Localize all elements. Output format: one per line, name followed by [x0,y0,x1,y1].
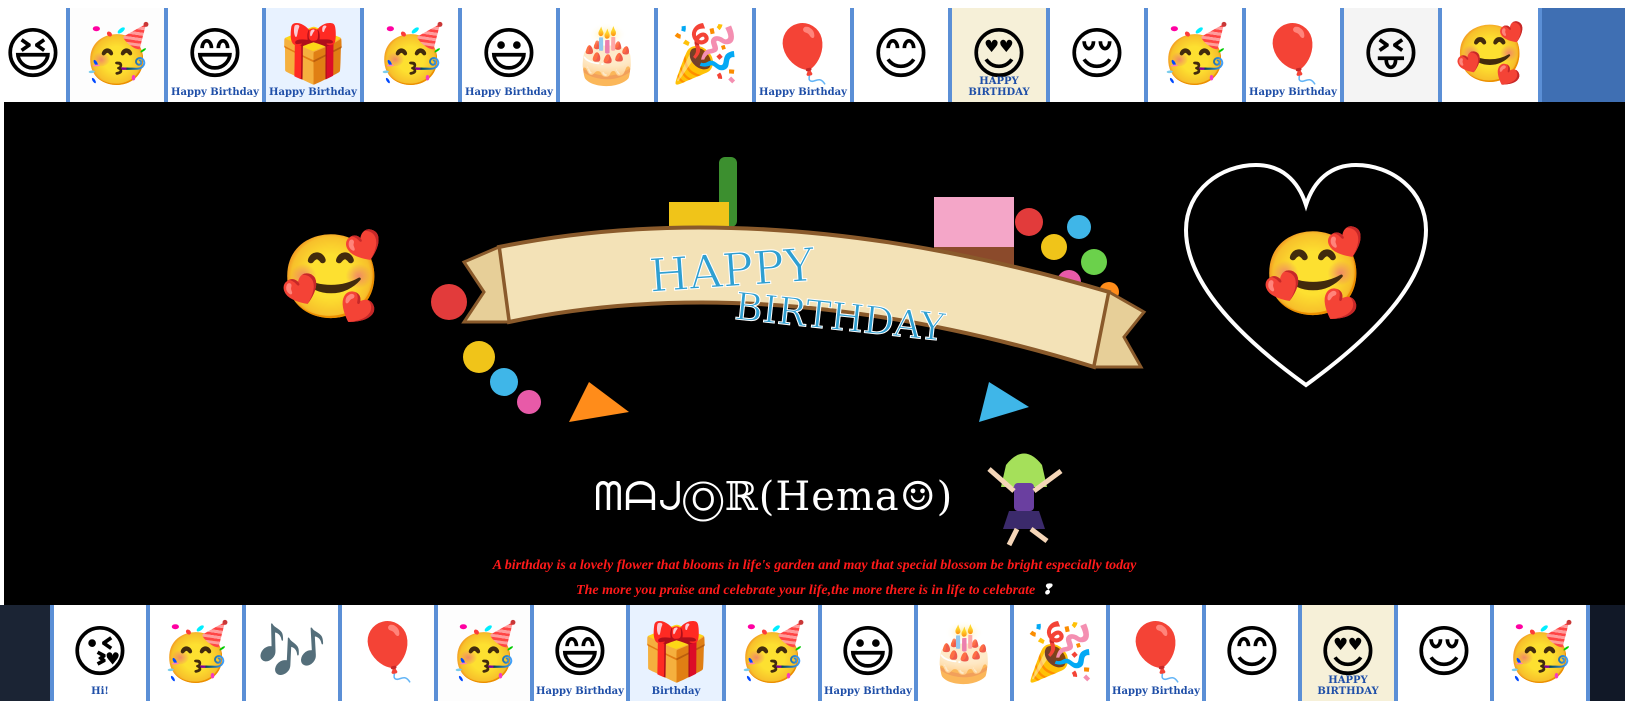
tile-caption: Happy Birthday [269,87,357,98]
bottom-strip-tile: 🥳 [1494,605,1590,701]
bottom-strip-tile: 😄 Happy Birthday [534,605,630,701]
bottom-strip-tile: 🎁 Birthday [630,605,726,701]
smiling-hearts-icon: 🥰 [280,230,383,325]
emoji-hi-icon: 😘 [70,620,130,685]
emoji-party-hat-icon: 🥳 [161,620,231,685]
top-strip-tile: 😊 [854,8,952,102]
emoji-confetti-icon: 🎉 [670,22,740,87]
top-strip-tile: 🥳 [364,8,462,102]
emoji-thumbs-up-icon: 😃 [479,22,539,87]
emoji-balloons-icon: 🎈 [768,22,838,87]
emoji-happy-birthday-icon: 😄 [550,620,610,685]
birthday-quote-line-1: A birthday is a lovely flower that bloom… [492,558,1137,573]
happy-birthday-banner: HAPPY BIRTHDAY [431,157,1147,422]
birthday-stage: HAPPY BIRTHDAY 🥰 🥰 ᗰᗩᒍⓄℝ(Hema☺︎) A birth… [4,102,1625,605]
emoji-blower-icon: 🥳 [376,22,446,87]
emoji-confetti-icon: 🎉 [1025,620,1095,685]
quote-line-2-text: The more you praise and celebrate your l… [576,583,1036,598]
tile-caption: Happy Birthday [1112,686,1200,697]
top-strip-tile: 😝 [1344,8,1442,102]
emoji-gift-icon: 🎁 [641,620,711,685]
bottom-strip-tile: 😃 Happy Birthday [822,605,918,701]
top-image-strip: 😆 🥳 😄 Happy Birthday 🎁 Happy Birthday 🥳 😃 Happy … [0,8,1625,102]
top-strip-tile: 🎈 Happy Birthday [1246,8,1344,102]
bottom-strip-tile: 🎉 [1014,605,1110,701]
bottom-strip-tile: 🥳 [438,605,534,701]
emoji-group-icon: 😍 [969,22,1029,87]
tile-caption: Happy Birthday [759,87,847,98]
exclamation-mark: ❢ [1041,583,1053,598]
bottom-strip-tile: 🎶 [246,605,342,701]
emoji-gift-icon: 🎁 [278,22,348,87]
top-strip-tile: 😆 [0,8,70,102]
emoji-balloons-icon: 🎈 [1121,620,1191,685]
top-strip-tile: 😌 [1050,8,1148,102]
smiling-hearts-icon: 🥰 [1262,227,1365,322]
bottom-strip-tile [0,605,54,701]
tile-caption: Happy Birthday [536,686,624,697]
top-strip-tile: 🥳 [1148,8,1246,102]
birthday-person-name: ᗰᗩᒍⓄℝ(Hema☺︎) [594,474,954,520]
emoji-dance-icon: 😝 [1361,22,1421,87]
bottom-strip-tile: 🎂 [918,605,1014,701]
top-strip-tile: 🥳 [70,8,168,102]
top-strip-tile: 🎂 [560,8,658,102]
tile-caption: HAPPY BIRTHDAY [1317,675,1379,697]
tile-caption: Hi! [91,686,109,697]
emoji-group-icon: 😍 [1318,620,1378,685]
birthday-quote-line-2: The more you praise and celebrate your l… [4,582,1625,599]
bottom-strip-tile: 😊 [1206,605,1302,701]
tile-caption: HAPPY BIRTHDAY [968,76,1030,98]
top-strip-tile: 😄 Happy Birthday [168,8,266,102]
bottom-strip-tile: 😘 Hi! [54,605,150,701]
top-strip-tile: 🎉 [658,8,756,102]
bottom-strip-tile: 🎈 [342,605,438,701]
emoji-blower-icon: 🥳 [737,620,807,685]
emoji-present-icon: 😊 [1222,620,1282,685]
emoji-party-hat-icon: 🥳 [82,22,152,87]
emoji-party-edge-icon: 🥳 [1505,620,1575,685]
emoji-laugh-icon: 😆 [3,22,63,87]
tile-caption: Happy Birthday [824,686,912,697]
cartoon-girl-icon [987,453,1063,547]
top-strip-tile: 🥰 [1442,8,1542,102]
bottom-strip-tile: 😌 [1398,605,1494,701]
top-strip-tile: 🎈 Happy Birthday [756,8,854,102]
top-strip-tile: 🎁 Happy Birthday [266,8,364,102]
top-strip-tile: 😃 Happy Birthday [462,8,560,102]
name-row: ᗰᗩᒍⓄℝ(Hema☺︎) [594,447,1067,547]
emoji-present-icon: 😊 [871,22,931,87]
emoji-spring-icon: 😌 [1067,22,1127,87]
emoji-cake-icon: 🎂 [929,620,999,685]
top-strip-tile: 😍 HAPPY BIRTHDAY [952,8,1050,102]
tile-caption: Happy Birthday [171,87,259,98]
tile-caption: Happy Birthday [1249,87,1337,98]
emoji-happy-birthday-icon: 😄 [185,22,245,87]
emoji-party-cake-icon: 🥳 [449,620,519,685]
emoji-party-hat-big-icon: 🥳 [1160,22,1230,87]
emoji-balloons-2-icon: 🎈 [1258,22,1328,87]
emoji-balloon-icon: 🎈 [353,620,423,685]
emoji-thumbs-up-icon: 😃 [838,620,898,685]
bottom-strip-tile: 🥳 [150,605,246,701]
tile-caption: Happy Birthday [465,87,553,98]
bottom-strip-tile: 🎈 Happy Birthday [1110,605,1206,701]
emoji-music-icon: 🎶 [257,620,327,685]
tile-caption: Birthday [651,686,701,697]
bottom-strip-tile: 😍 HAPPY BIRTHDAY [1302,605,1398,701]
bottom-strip-tile: 🥳 [726,605,822,701]
bottom-image-strip: 😘 Hi! 🥳 🎶 🎈 🥳 😄 Happy Birthday 🎁 Birthday 🥳 😃 Happy … [0,605,1625,701]
emoji-spring-icon: 😌 [1414,620,1474,685]
emoji-love-cake-icon: 🥰 [1455,22,1525,87]
emoji-cake-icon: 🎂 [572,22,642,87]
